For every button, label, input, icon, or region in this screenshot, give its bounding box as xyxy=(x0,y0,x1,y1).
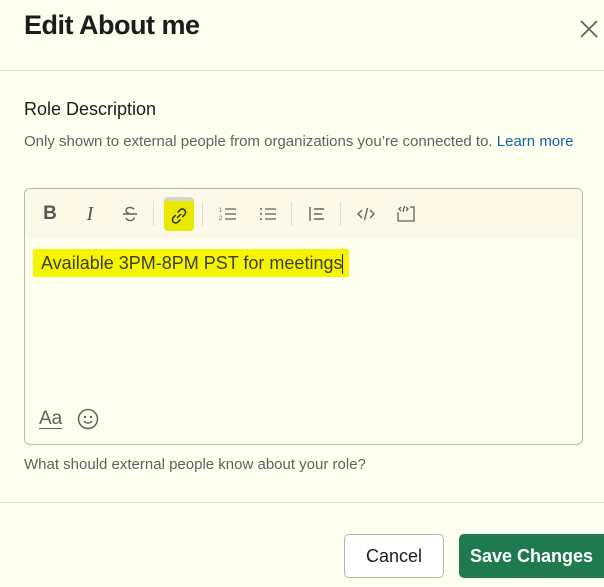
field-hint: Only shown to external people from organ… xyxy=(24,128,584,156)
learn-more-link[interactable]: Learn more xyxy=(497,133,574,150)
emoji-icon[interactable] xyxy=(76,407,100,431)
link-button[interactable] xyxy=(164,197,194,231)
blockquote-icon xyxy=(309,207,324,221)
save-changes-button[interactable]: Save Changes xyxy=(459,534,604,578)
field-label: Role Description xyxy=(24,99,157,119)
bold-icon: B xyxy=(43,203,57,224)
svg-text:2: 2 xyxy=(219,216,223,222)
italic-icon: I xyxy=(86,202,94,225)
bulleted-list-icon xyxy=(260,208,276,220)
blockquote-button[interactable] xyxy=(302,199,332,229)
dialog-footer-divider xyxy=(0,502,604,503)
editor-text-highlighted[interactable]: Available 3PM-8PM PST for meetings xyxy=(33,249,350,277)
code-icon xyxy=(357,207,375,221)
link-icon xyxy=(171,208,187,224)
toolbar-divider xyxy=(340,202,341,226)
editor-text: Available 3PM-8PM PST for meetings xyxy=(41,253,343,273)
code-button[interactable] xyxy=(351,199,381,229)
formatting-toolbar: B I 12 xyxy=(25,189,582,239)
italic-button[interactable]: I xyxy=(75,199,105,229)
cancel-button[interactable]: Cancel xyxy=(344,534,444,578)
strikethrough-button[interactable] xyxy=(115,199,145,229)
toolbar-divider xyxy=(202,202,203,226)
editor-bottom-bar: Aa xyxy=(39,407,100,431)
close-icon xyxy=(580,20,598,38)
field-help-text: What should external people know about y… xyxy=(24,456,366,473)
ordered-list-button[interactable]: 12 xyxy=(213,199,243,229)
toolbar-divider xyxy=(153,202,154,226)
svg-text:1: 1 xyxy=(219,208,223,214)
toolbar-divider xyxy=(291,202,292,226)
code-block-button[interactable] xyxy=(391,199,421,229)
hint-text: Only shown to external people from organ… xyxy=(24,133,493,150)
bulleted-list-button[interactable] xyxy=(253,199,283,229)
strikethrough-icon xyxy=(123,206,137,222)
ordered-list-icon: 12 xyxy=(219,208,236,222)
role-description-editor[interactable]: B I 12 Available 3PM-8PM PST for meeting… xyxy=(24,188,583,445)
text-caret xyxy=(342,254,344,275)
bold-button[interactable]: B xyxy=(35,199,65,229)
dialog-header: Edit About me xyxy=(0,0,604,71)
dialog-title: Edit About me xyxy=(24,10,200,40)
code-block-icon xyxy=(397,205,415,222)
format-toggle-button[interactable]: Aa xyxy=(39,408,62,430)
close-button[interactable] xyxy=(578,18,600,40)
